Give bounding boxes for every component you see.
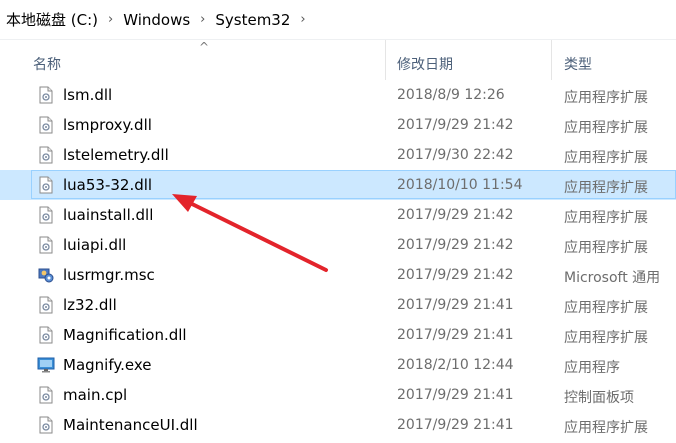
column-divider[interactable] (551, 40, 552, 80)
file-row[interactable]: luiapi.dll 2017/9/29 21:42 应用程序扩展 (0, 230, 676, 260)
file-modified-date: 2018/2/10 12:44 (397, 357, 514, 373)
file-type: 应用程序 (564, 360, 620, 376)
dll-file-icon (37, 176, 55, 194)
file-type: 应用程序扩展 (564, 180, 648, 196)
file-row[interactable]: lstelemetry.dll 2017/9/30 22:42 应用程序扩展 (0, 140, 676, 170)
breadcrumb-chevron-icon[interactable]: › (102, 12, 119, 27)
sort-ascending-icon: ^ (199, 40, 210, 54)
file-name[interactable]: luainstall.dll (63, 206, 153, 224)
file-modified-date: 2017/9/29 21:42 (397, 117, 514, 133)
file-modified-date: 2017/9/29 21:42 (397, 267, 514, 283)
file-modified-date: 2017/9/29 21:41 (397, 387, 514, 403)
dll-file-icon (37, 326, 55, 344)
file-name[interactable]: lsmproxy.dll (63, 116, 152, 134)
file-modified-date: 2018/8/9 12:26 (397, 87, 505, 103)
file-row[interactable]: Magnify.exe 2018/2/10 12:44 应用程序 (0, 350, 676, 380)
file-row[interactable]: lsmproxy.dll 2017/9/29 21:42 应用程序扩展 (0, 110, 676, 140)
file-name[interactable]: Magnify.exe (63, 356, 151, 374)
file-name[interactable]: lz32.dll (63, 296, 117, 314)
column-header-date[interactable]: 修改日期 (397, 54, 453, 74)
dll-file-icon (37, 206, 55, 224)
file-name[interactable]: Magnification.dll (63, 326, 187, 344)
file-type: 应用程序扩展 (564, 300, 648, 316)
breadcrumb-chevron-icon[interactable]: › (194, 12, 211, 27)
file-name[interactable]: MaintenanceUI.dll (63, 416, 198, 434)
file-row-selected[interactable]: lua53-32.dll 2018/10/10 11:54 应用程序扩展 (0, 170, 676, 200)
file-type: 控制面板项 (564, 390, 634, 406)
dll-file-icon (37, 386, 55, 404)
file-type: 应用程序扩展 (564, 330, 648, 346)
file-row[interactable]: main.cpl 2017/9/29 21:41 控制面板项 (0, 380, 676, 410)
dll-file-icon (37, 296, 55, 314)
file-type: 应用程序扩展 (564, 210, 648, 226)
breadcrumb-chevron-icon[interactable]: › (294, 12, 311, 27)
file-name[interactable]: luiapi.dll (63, 236, 126, 254)
file-row[interactable]: lsm.dll 2018/8/9 12:26 应用程序扩展 (0, 80, 676, 110)
dll-file-icon (37, 416, 55, 434)
column-header-name[interactable]: 名称 (33, 54, 61, 74)
magnifier-app-icon (37, 356, 55, 374)
column-header-type[interactable]: 类型 (564, 54, 592, 74)
breadcrumb-item-system32[interactable]: System32 (211, 11, 294, 29)
file-modified-date: 2018/10/10 11:54 (397, 177, 523, 193)
dll-file-icon (37, 116, 55, 134)
breadcrumb-item-drive[interactable]: 本地磁盘 (C:) (0, 9, 102, 30)
file-modified-date: 2017/9/29 21:42 (397, 207, 514, 223)
file-type: Microsoft 通用 (564, 270, 661, 286)
file-modified-date: 2017/9/29 21:41 (397, 297, 514, 313)
file-modified-date: 2017/9/30 22:42 (397, 147, 514, 163)
file-name[interactable]: main.cpl (63, 386, 127, 404)
file-type: 应用程序扩展 (564, 240, 648, 256)
file-name[interactable]: lstelemetry.dll (63, 146, 169, 164)
file-row[interactable]: lz32.dll 2017/9/29 21:41 应用程序扩展 (0, 290, 676, 320)
breadcrumb-item-windows[interactable]: Windows (119, 11, 194, 29)
column-divider[interactable] (385, 40, 386, 80)
dll-file-icon (37, 86, 55, 104)
file-row[interactable]: MaintenanceUI.dll 2017/9/29 21:41 应用程序扩展 (0, 410, 676, 440)
file-type: 应用程序扩展 (564, 150, 648, 166)
dll-file-icon (37, 146, 55, 164)
file-name[interactable]: lua53-32.dll (63, 176, 152, 194)
file-type: 应用程序扩展 (564, 90, 648, 106)
file-row[interactable]: Magnification.dll 2017/9/29 21:41 应用程序扩展 (0, 320, 676, 350)
file-modified-date: 2017/9/29 21:41 (397, 327, 514, 343)
file-modified-date: 2017/9/29 21:42 (397, 237, 514, 253)
file-list: lsm.dll 2018/8/9 12:26 应用程序扩展 lsmproxy.dll 2… (0, 80, 676, 440)
file-name[interactable]: lsm.dll (63, 86, 112, 104)
column-header-row: ^ 名称 修改日期 类型 (0, 40, 676, 80)
file-modified-date: 2017/9/29 21:41 (397, 417, 514, 433)
breadcrumb: 本地磁盘 (C:) › Windows › System32 › (0, 0, 676, 40)
msc-console-icon (37, 266, 55, 284)
file-row[interactable]: lusrmgr.msc 2017/9/29 21:42 Microsoft 通用 (0, 260, 676, 290)
dll-file-icon (37, 236, 55, 254)
file-name[interactable]: lusrmgr.msc (63, 266, 155, 284)
file-type: 应用程序扩展 (564, 120, 648, 136)
file-type: 应用程序扩展 (564, 420, 648, 436)
file-row[interactable]: luainstall.dll 2017/9/29 21:42 应用程序扩展 (0, 200, 676, 230)
